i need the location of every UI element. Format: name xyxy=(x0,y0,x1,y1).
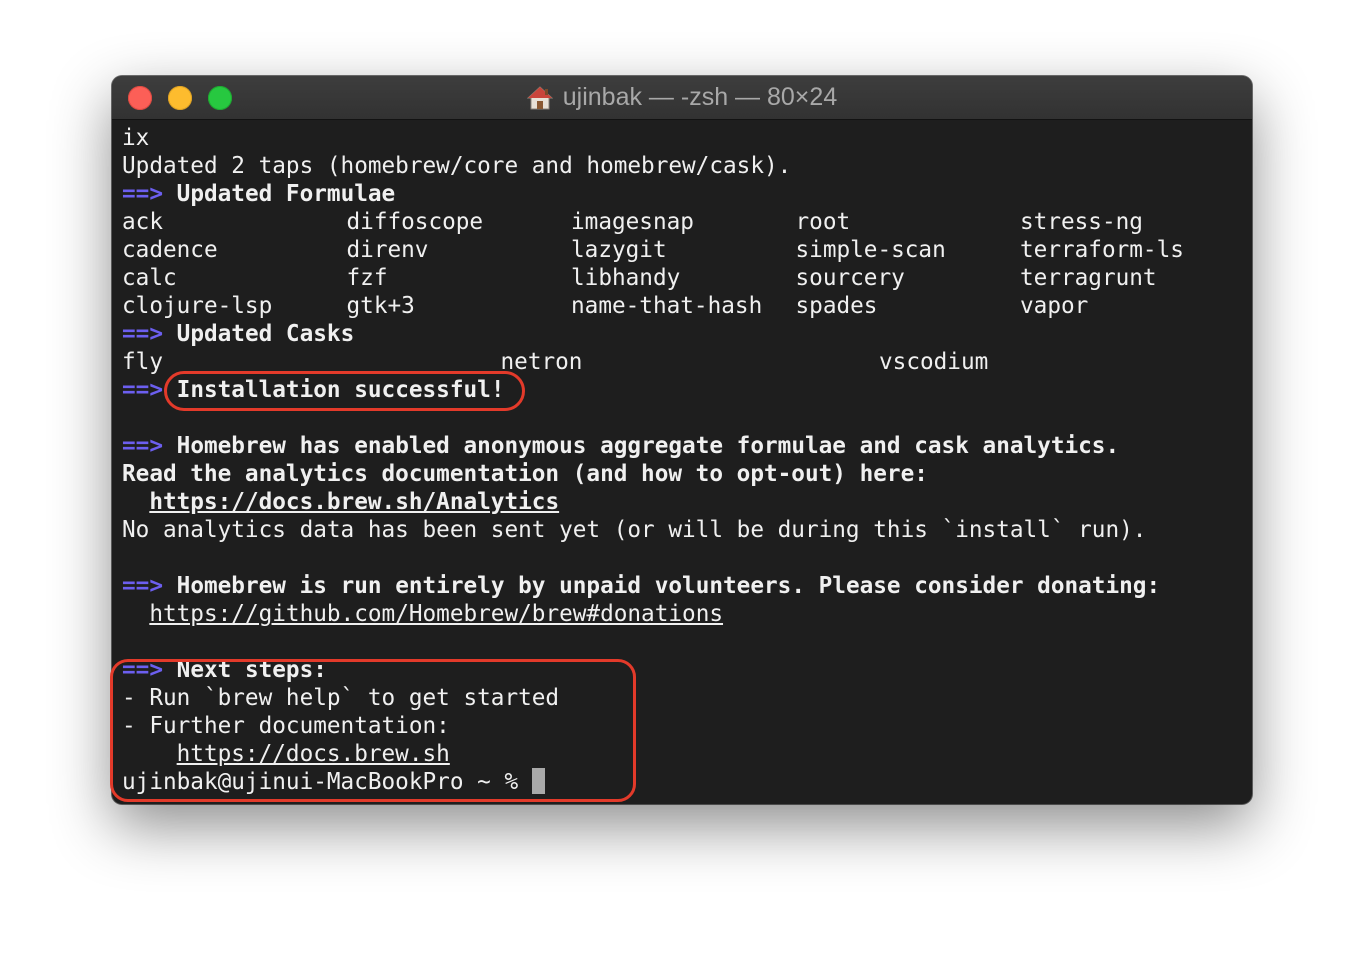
analytics-read-line: Read the analytics documentation (and ho… xyxy=(122,461,928,487)
formula-name: simple-scan xyxy=(795,237,946,263)
text-cursor xyxy=(531,768,545,794)
analytics-url-line: https://docs.brew.sh/Analytics xyxy=(122,488,1184,516)
arrow-prefix: ==> xyxy=(122,657,163,683)
install-success-message: Installation successful! xyxy=(176,377,505,403)
casks-heading: ==> Updated Casks xyxy=(122,320,1184,348)
step-docs: - Further documentation: xyxy=(122,713,450,739)
formulae-row: clojure-lsp gtk+3 name-that-hash spades vapo… xyxy=(122,292,1184,320)
donations-url-line: https://github.com/Homebrew/brew#donatio… xyxy=(122,600,1184,628)
analytics-header: Homebrew has enabled anonymous aggregate… xyxy=(176,433,1120,459)
formula-name: lazygit xyxy=(571,237,667,263)
formula-name: diffoscope xyxy=(346,209,484,235)
analytics-note: No analytics data has been sent yet (or … xyxy=(122,517,1147,543)
cask-name: fly xyxy=(122,349,163,375)
formula-name: fzf xyxy=(346,265,388,291)
cask-name: netron xyxy=(500,349,583,375)
formula-name: sourcery xyxy=(795,265,905,291)
arrow-prefix: ==> xyxy=(122,433,163,459)
formula-name: ack xyxy=(122,209,163,235)
docs-link[interactable]: https://docs.brew.sh xyxy=(177,741,450,767)
formula-name: libhandy xyxy=(571,265,681,291)
formulae-heading: ==> Updated Formulae xyxy=(122,180,1184,208)
formula-name: root xyxy=(795,209,851,235)
docs-url-line: https://docs.brew.sh xyxy=(122,740,1184,768)
formula-name: gtk+3 xyxy=(346,293,415,319)
donations-link[interactable]: https://github.com/Homebrew/brew#donatio… xyxy=(149,601,723,627)
analytics-link[interactable]: https://docs.brew.sh/Analytics xyxy=(149,489,559,515)
formula-name: stress-ng xyxy=(1020,209,1143,235)
prompt-line[interactable]: ujinbak@ujinui-MacBookPro ~ % xyxy=(122,768,1184,796)
formula-name: vapor xyxy=(1020,293,1089,319)
arrow-prefix: ==> xyxy=(122,321,163,347)
home-icon xyxy=(526,85,554,110)
volunteers-heading: ==> Homebrew is run entirely by unpaid v… xyxy=(122,572,1184,600)
analytics-heading: ==> Homebrew has enabled anonymous aggre… xyxy=(122,432,1184,460)
terminal-window: ujinbak — -zsh — 80×24 ix Updated 2 taps… xyxy=(112,76,1252,804)
taps-line: Updated 2 taps (homebrew/core and homebr… xyxy=(122,153,792,179)
formula-name: direnv xyxy=(346,237,429,263)
formulae-row: ack diffoscope imagesnap root stress-ng xyxy=(122,208,1184,236)
formula-name: clojure-lsp xyxy=(122,293,273,319)
casks-header: Updated Casks xyxy=(176,321,355,347)
shell-prompt: ujinbak@ujinui-MacBookPro ~ % xyxy=(122,769,532,795)
formula-name: imagesnap xyxy=(571,209,694,235)
formula-name: terraform-ls xyxy=(1020,237,1184,263)
arrow-prefix: ==> xyxy=(122,181,163,207)
formulae-header: Updated Formulae xyxy=(176,181,396,207)
next-steps-header: Next steps: xyxy=(176,657,327,683)
step-run: - Run `brew help` to get started xyxy=(122,685,560,711)
next-steps-heading: ==> Next steps: xyxy=(122,656,1184,684)
terminal-output[interactable]: ix Updated 2 taps (homebrew/core and hom… xyxy=(122,124,1184,796)
cask-name: vscodium xyxy=(879,349,989,375)
output-line: ix xyxy=(122,125,150,151)
title-bar[interactable]: ujinbak — -zsh — 80×24 xyxy=(112,76,1252,120)
formula-name: terragrunt xyxy=(1020,265,1157,291)
window-title: ujinbak — -zsh — 80×24 xyxy=(562,83,838,111)
install-line: ==> Installation successful! xyxy=(122,376,1184,404)
arrow-prefix: ==> xyxy=(122,377,163,403)
formula-name: spades xyxy=(795,293,878,319)
formula-name: calc xyxy=(122,265,177,291)
casks-row: fly netron vscodium xyxy=(122,348,1184,376)
arrow-prefix: ==> xyxy=(122,573,163,599)
formula-name: name-that-hash xyxy=(571,293,763,319)
formulae-row: calc fzf libhandy sourcery terragrunt xyxy=(122,264,1184,292)
formulae-row: cadence direnv lazygit simple-scan terraform… xyxy=(122,236,1184,264)
window-title-area: ujinbak — -zsh — 80×24 xyxy=(112,76,1252,119)
volunteers-header: Homebrew is run entirely by unpaid volun… xyxy=(176,573,1161,599)
formula-name: cadence xyxy=(122,237,218,263)
